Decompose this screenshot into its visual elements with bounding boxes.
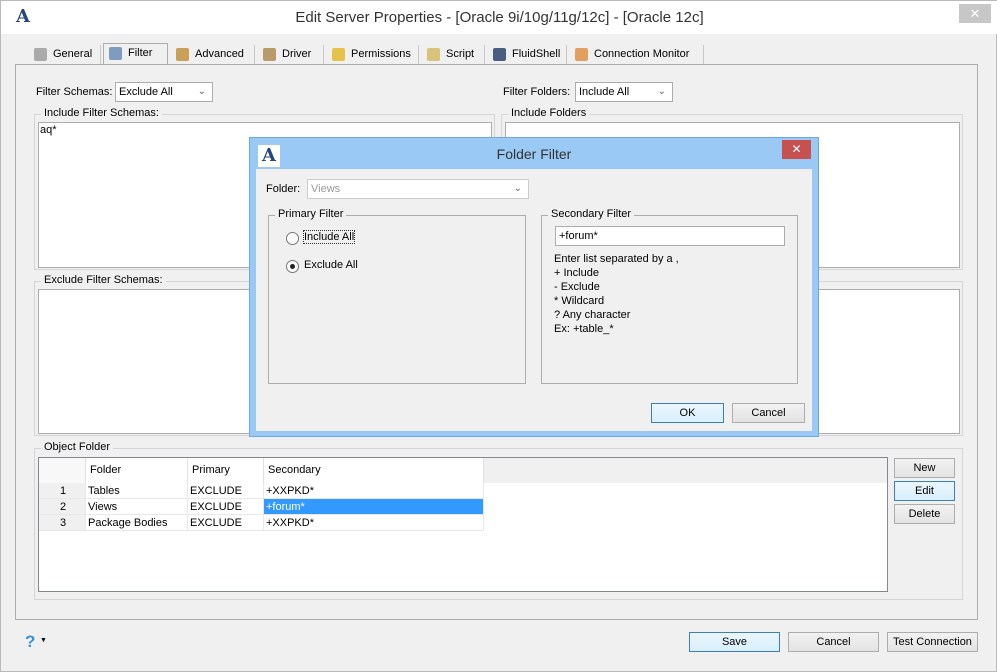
cell-folder[interactable]: Views	[86, 499, 188, 515]
dialog-body: Folder: Views ⌄ Primary Filter Include Al…	[256, 169, 812, 431]
new-button[interactable]: New	[894, 458, 955, 478]
help-line: * Wildcard	[554, 295, 605, 307]
dialog-close-button[interactable]: ✕	[782, 140, 811, 159]
fluidshell-icon	[493, 48, 506, 61]
help-line: - Exclude	[554, 281, 600, 293]
group-label: Primary Filter	[275, 208, 347, 220]
tab-general[interactable]: General	[29, 45, 101, 65]
help-dropdown-icon[interactable]: ▼	[40, 637, 47, 644]
test-connection-button[interactable]: Test Connection	[887, 632, 978, 652]
permissions-icon	[332, 48, 345, 61]
help-line: Enter list separated by a ,	[554, 253, 679, 265]
filter-icon	[109, 47, 122, 60]
primary-filter-group: Primary Filter Include All Exclude All	[268, 208, 526, 384]
tab-driver[interactable]: Driver	[258, 45, 324, 65]
help-line: + Include	[554, 267, 599, 279]
delete-button[interactable]: Delete	[894, 504, 955, 524]
folder-select[interactable]: Views ⌄	[307, 179, 529, 199]
exclude-all-label[interactable]: Exclude All	[304, 259, 358, 271]
cell-secondary[interactable]: +XXPKD*	[264, 483, 484, 499]
script-icon	[427, 48, 440, 61]
select-value: Exclude All	[119, 86, 173, 98]
group-label: Exclude Filter Schemas:	[41, 274, 166, 286]
connection-monitor-icon	[575, 48, 588, 61]
folder-label: Folder:	[266, 183, 301, 195]
tab-label: General	[53, 48, 93, 60]
row-number: 1	[39, 483, 86, 499]
column-header-primary[interactable]: Primary	[188, 458, 264, 483]
general-icon	[34, 48, 47, 61]
select-value: Views	[311, 183, 341, 195]
object-folder-table: Folder Primary Secondary 1 Tables EXCLUD…	[38, 457, 888, 592]
tab-advanced[interactable]: Advanced	[171, 45, 255, 65]
select-value: Include All	[579, 86, 630, 98]
tab-label: FluidShell	[512, 48, 561, 60]
ok-button[interactable]: OK	[651, 403, 724, 423]
tab-connection-monitor[interactable]: Connection Monitor	[570, 45, 704, 65]
group-label: Object Folder	[41, 441, 114, 453]
secondary-filter-help: Enter list separated by a , + Include - …	[554, 252, 679, 336]
cell-secondary-selected[interactable]: +forum*	[264, 499, 484, 515]
chevron-down-icon: ⌄	[513, 183, 522, 194]
dialog-title: Folder Filter	[496, 146, 572, 162]
column-header-folder[interactable]: Folder	[86, 458, 188, 483]
tab-label: Script	[446, 48, 475, 60]
tab-script[interactable]: Script	[422, 45, 485, 65]
tab-permissions[interactable]: Permissions	[327, 45, 419, 65]
table-header: Folder Primary Secondary	[39, 458, 887, 483]
secondary-filter-group: Secondary Filter +forum* Enter list sepa…	[541, 208, 798, 384]
tab-label: Filter	[128, 47, 153, 59]
filter-schemas-select[interactable]: Exclude All ⌄	[115, 82, 213, 102]
column-header-rownum	[39, 458, 86, 483]
exclude-all-radio[interactable]	[286, 260, 299, 273]
cell-primary[interactable]: EXCLUDE	[188, 483, 264, 499]
filter-folders-label: Filter Folders:	[503, 86, 571, 98]
advanced-icon	[176, 48, 189, 61]
include-all-label[interactable]: Include All	[302, 230, 356, 244]
tab-label: Connection Monitor	[594, 48, 690, 60]
tab-fluidshell[interactable]: FluidShell	[488, 45, 567, 65]
driver-icon	[263, 48, 276, 61]
window-title: Edit Server Properties - [Oracle 9i/10g/…	[295, 9, 704, 26]
cell-folder[interactable]: Tables	[86, 483, 188, 499]
cancel-button[interactable]: Cancel	[788, 632, 879, 652]
include-all-radio[interactable]	[286, 232, 299, 245]
chevron-down-icon: ⌄	[197, 86, 206, 97]
title-bar: A Edit Server Properties - [Oracle 9i/10…	[1, 1, 997, 34]
tab-label: Advanced	[195, 48, 244, 60]
group-label: Include Folders	[508, 107, 590, 119]
tab-label: Permissions	[351, 48, 411, 60]
group-label: Secondary Filter	[548, 208, 635, 220]
column-header-secondary[interactable]: Secondary	[264, 458, 484, 483]
save-button[interactable]: Save	[689, 632, 780, 652]
tab-filter[interactable]: Filter	[103, 43, 168, 65]
folder-filter-dialog: A Folder Filter ✕ Folder: Views ⌄ Primary…	[249, 137, 819, 437]
edit-button[interactable]: Edit	[894, 481, 955, 501]
secondary-filter-input[interactable]: +forum*	[555, 226, 785, 246]
chevron-down-icon: ⌄	[657, 86, 666, 97]
help-line: Ex: +table_*	[554, 323, 614, 335]
cell-primary[interactable]: EXCLUDE	[188, 499, 264, 515]
row-number: 3	[39, 515, 86, 531]
help-icon[interactable]: ?	[25, 632, 35, 652]
dialog-cancel-button[interactable]: Cancel	[732, 403, 805, 423]
cell-folder[interactable]: Package Bodies	[86, 515, 188, 531]
row-number: 2	[39, 499, 86, 515]
filter-folders-select[interactable]: Include All ⌄	[575, 82, 673, 102]
help-line: ? Any character	[554, 309, 631, 321]
filter-schemas-label: Filter Schemas:	[36, 86, 113, 98]
cell-secondary[interactable]: +XXPKD*	[264, 515, 484, 531]
tab-label: Driver	[282, 48, 312, 60]
cell-primary[interactable]: EXCLUDE	[188, 515, 264, 531]
close-button[interactable]: ✕	[959, 4, 991, 23]
group-label: Include Filter Schemas:	[41, 107, 162, 119]
